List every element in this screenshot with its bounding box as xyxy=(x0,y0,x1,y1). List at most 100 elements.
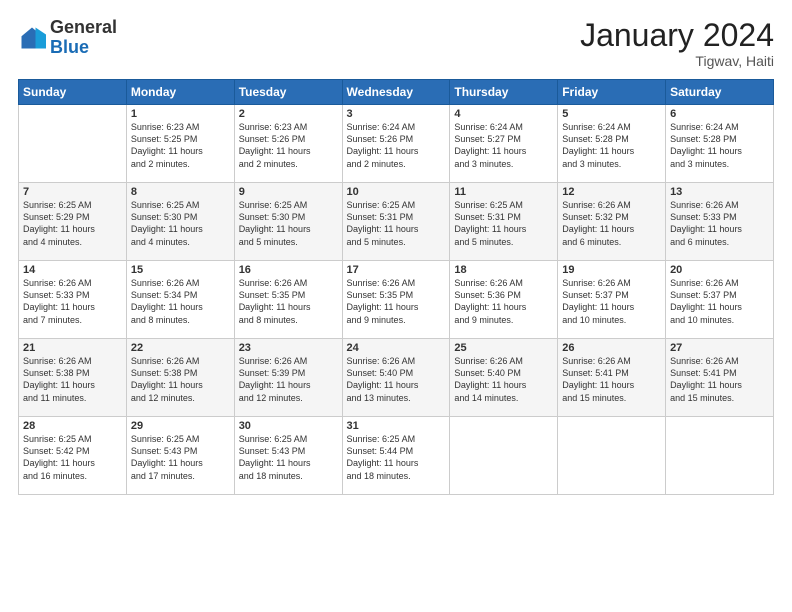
day-number: 3 xyxy=(347,108,446,120)
cell-content: Sunrise: 6:26 AM Sunset: 5:33 PM Dayligh… xyxy=(670,199,769,248)
day-number: 30 xyxy=(239,420,338,432)
day-number: 19 xyxy=(562,264,661,276)
day-number: 22 xyxy=(131,342,230,354)
week-row-3: 21Sunrise: 6:26 AM Sunset: 5:38 PM Dayli… xyxy=(19,339,774,417)
calendar-cell xyxy=(666,417,774,495)
cell-content: Sunrise: 6:26 AM Sunset: 5:40 PM Dayligh… xyxy=(454,355,553,404)
cell-content: Sunrise: 6:26 AM Sunset: 5:39 PM Dayligh… xyxy=(239,355,338,404)
calendar-cell: 17Sunrise: 6:26 AM Sunset: 5:35 PM Dayli… xyxy=(342,261,450,339)
col-header-monday: Monday xyxy=(126,80,234,105)
week-row-2: 14Sunrise: 6:26 AM Sunset: 5:33 PM Dayli… xyxy=(19,261,774,339)
calendar-cell: 25Sunrise: 6:26 AM Sunset: 5:40 PM Dayli… xyxy=(450,339,558,417)
calendar-cell: 30Sunrise: 6:25 AM Sunset: 5:43 PM Dayli… xyxy=(234,417,342,495)
calendar-cell: 6Sunrise: 6:24 AM Sunset: 5:28 PM Daylig… xyxy=(666,105,774,183)
calendar-cell: 18Sunrise: 6:26 AM Sunset: 5:36 PM Dayli… xyxy=(450,261,558,339)
day-number: 28 xyxy=(23,420,122,432)
day-number: 14 xyxy=(23,264,122,276)
calendar-cell: 28Sunrise: 6:25 AM Sunset: 5:42 PM Dayli… xyxy=(19,417,127,495)
calendar-cell: 11Sunrise: 6:25 AM Sunset: 5:31 PM Dayli… xyxy=(450,183,558,261)
day-number: 27 xyxy=(670,342,769,354)
day-number: 15 xyxy=(131,264,230,276)
calendar-cell: 3Sunrise: 6:24 AM Sunset: 5:26 PM Daylig… xyxy=(342,105,450,183)
cell-content: Sunrise: 6:25 AM Sunset: 5:30 PM Dayligh… xyxy=(131,199,230,248)
calendar-cell: 16Sunrise: 6:26 AM Sunset: 5:35 PM Dayli… xyxy=(234,261,342,339)
logo-text: General Blue xyxy=(50,18,117,58)
cell-content: Sunrise: 6:26 AM Sunset: 5:35 PM Dayligh… xyxy=(239,277,338,326)
cell-content: Sunrise: 6:26 AM Sunset: 5:41 PM Dayligh… xyxy=(670,355,769,404)
calendar-cell: 27Sunrise: 6:26 AM Sunset: 5:41 PM Dayli… xyxy=(666,339,774,417)
cell-content: Sunrise: 6:23 AM Sunset: 5:25 PM Dayligh… xyxy=(131,121,230,170)
day-number: 12 xyxy=(562,186,661,198)
col-header-friday: Friday xyxy=(558,80,666,105)
calendar-cell: 14Sunrise: 6:26 AM Sunset: 5:33 PM Dayli… xyxy=(19,261,127,339)
calendar-cell: 1Sunrise: 6:23 AM Sunset: 5:25 PM Daylig… xyxy=(126,105,234,183)
logo-general: General xyxy=(50,17,117,37)
logo: General Blue xyxy=(18,18,117,58)
cell-content: Sunrise: 6:26 AM Sunset: 5:40 PM Dayligh… xyxy=(347,355,446,404)
cell-content: Sunrise: 6:26 AM Sunset: 5:41 PM Dayligh… xyxy=(562,355,661,404)
cell-content: Sunrise: 6:26 AM Sunset: 5:32 PM Dayligh… xyxy=(562,199,661,248)
cell-content: Sunrise: 6:26 AM Sunset: 5:33 PM Dayligh… xyxy=(23,277,122,326)
day-number: 10 xyxy=(347,186,446,198)
calendar-cell: 4Sunrise: 6:24 AM Sunset: 5:27 PM Daylig… xyxy=(450,105,558,183)
cell-content: Sunrise: 6:24 AM Sunset: 5:27 PM Dayligh… xyxy=(454,121,553,170)
cell-content: Sunrise: 6:25 AM Sunset: 5:31 PM Dayligh… xyxy=(347,199,446,248)
calendar-cell: 20Sunrise: 6:26 AM Sunset: 5:37 PM Dayli… xyxy=(666,261,774,339)
calendar-cell: 13Sunrise: 6:26 AM Sunset: 5:33 PM Dayli… xyxy=(666,183,774,261)
calendar-cell: 8Sunrise: 6:25 AM Sunset: 5:30 PM Daylig… xyxy=(126,183,234,261)
col-header-saturday: Saturday xyxy=(666,80,774,105)
logo-blue: Blue xyxy=(50,37,89,57)
calendar-cell: 5Sunrise: 6:24 AM Sunset: 5:28 PM Daylig… xyxy=(558,105,666,183)
calendar-cell: 22Sunrise: 6:26 AM Sunset: 5:38 PM Dayli… xyxy=(126,339,234,417)
cell-content: Sunrise: 6:25 AM Sunset: 5:31 PM Dayligh… xyxy=(454,199,553,248)
header-row: SundayMondayTuesdayWednesdayThursdayFrid… xyxy=(19,80,774,105)
calendar-cell: 31Sunrise: 6:25 AM Sunset: 5:44 PM Dayli… xyxy=(342,417,450,495)
cell-content: Sunrise: 6:26 AM Sunset: 5:38 PM Dayligh… xyxy=(23,355,122,404)
day-number: 25 xyxy=(454,342,553,354)
day-number: 20 xyxy=(670,264,769,276)
day-number: 8 xyxy=(131,186,230,198)
cell-content: Sunrise: 6:26 AM Sunset: 5:37 PM Dayligh… xyxy=(562,277,661,326)
calendar-cell: 10Sunrise: 6:25 AM Sunset: 5:31 PM Dayli… xyxy=(342,183,450,261)
location: Tigwav, Haiti xyxy=(580,53,774,69)
calendar-cell: 19Sunrise: 6:26 AM Sunset: 5:37 PM Dayli… xyxy=(558,261,666,339)
cell-content: Sunrise: 6:25 AM Sunset: 5:30 PM Dayligh… xyxy=(239,199,338,248)
calendar-cell: 2Sunrise: 6:23 AM Sunset: 5:26 PM Daylig… xyxy=(234,105,342,183)
calendar-cell: 9Sunrise: 6:25 AM Sunset: 5:30 PM Daylig… xyxy=(234,183,342,261)
day-number: 1 xyxy=(131,108,230,120)
day-number: 2 xyxy=(239,108,338,120)
cell-content: Sunrise: 6:26 AM Sunset: 5:34 PM Dayligh… xyxy=(131,277,230,326)
calendar-cell: 29Sunrise: 6:25 AM Sunset: 5:43 PM Dayli… xyxy=(126,417,234,495)
calendar-cell xyxy=(450,417,558,495)
page: General Blue January 2024 Tigwav, Haiti … xyxy=(0,0,792,612)
day-number: 6 xyxy=(670,108,769,120)
calendar-cell: 7Sunrise: 6:25 AM Sunset: 5:29 PM Daylig… xyxy=(19,183,127,261)
day-number: 13 xyxy=(670,186,769,198)
calendar-cell: 21Sunrise: 6:26 AM Sunset: 5:38 PM Dayli… xyxy=(19,339,127,417)
logo-icon xyxy=(18,24,46,52)
calendar-cell: 12Sunrise: 6:26 AM Sunset: 5:32 PM Dayli… xyxy=(558,183,666,261)
cell-content: Sunrise: 6:25 AM Sunset: 5:43 PM Dayligh… xyxy=(239,433,338,482)
day-number: 7 xyxy=(23,186,122,198)
day-number: 18 xyxy=(454,264,553,276)
cell-content: Sunrise: 6:26 AM Sunset: 5:37 PM Dayligh… xyxy=(670,277,769,326)
day-number: 23 xyxy=(239,342,338,354)
cell-content: Sunrise: 6:25 AM Sunset: 5:44 PM Dayligh… xyxy=(347,433,446,482)
cell-content: Sunrise: 6:25 AM Sunset: 5:42 PM Dayligh… xyxy=(23,433,122,482)
col-header-sunday: Sunday xyxy=(19,80,127,105)
day-number: 31 xyxy=(347,420,446,432)
calendar-cell: 26Sunrise: 6:26 AM Sunset: 5:41 PM Dayli… xyxy=(558,339,666,417)
week-row-4: 28Sunrise: 6:25 AM Sunset: 5:42 PM Dayli… xyxy=(19,417,774,495)
day-number: 4 xyxy=(454,108,553,120)
cell-content: Sunrise: 6:26 AM Sunset: 5:38 PM Dayligh… xyxy=(131,355,230,404)
cell-content: Sunrise: 6:25 AM Sunset: 5:29 PM Dayligh… xyxy=(23,199,122,248)
cell-content: Sunrise: 6:24 AM Sunset: 5:28 PM Dayligh… xyxy=(562,121,661,170)
day-number: 9 xyxy=(239,186,338,198)
day-number: 11 xyxy=(454,186,553,198)
month-title: January 2024 xyxy=(580,18,774,53)
cell-content: Sunrise: 6:23 AM Sunset: 5:26 PM Dayligh… xyxy=(239,121,338,170)
col-header-thursday: Thursday xyxy=(450,80,558,105)
calendar-cell: 23Sunrise: 6:26 AM Sunset: 5:39 PM Dayli… xyxy=(234,339,342,417)
calendar-cell: 24Sunrise: 6:26 AM Sunset: 5:40 PM Dayli… xyxy=(342,339,450,417)
day-number: 17 xyxy=(347,264,446,276)
